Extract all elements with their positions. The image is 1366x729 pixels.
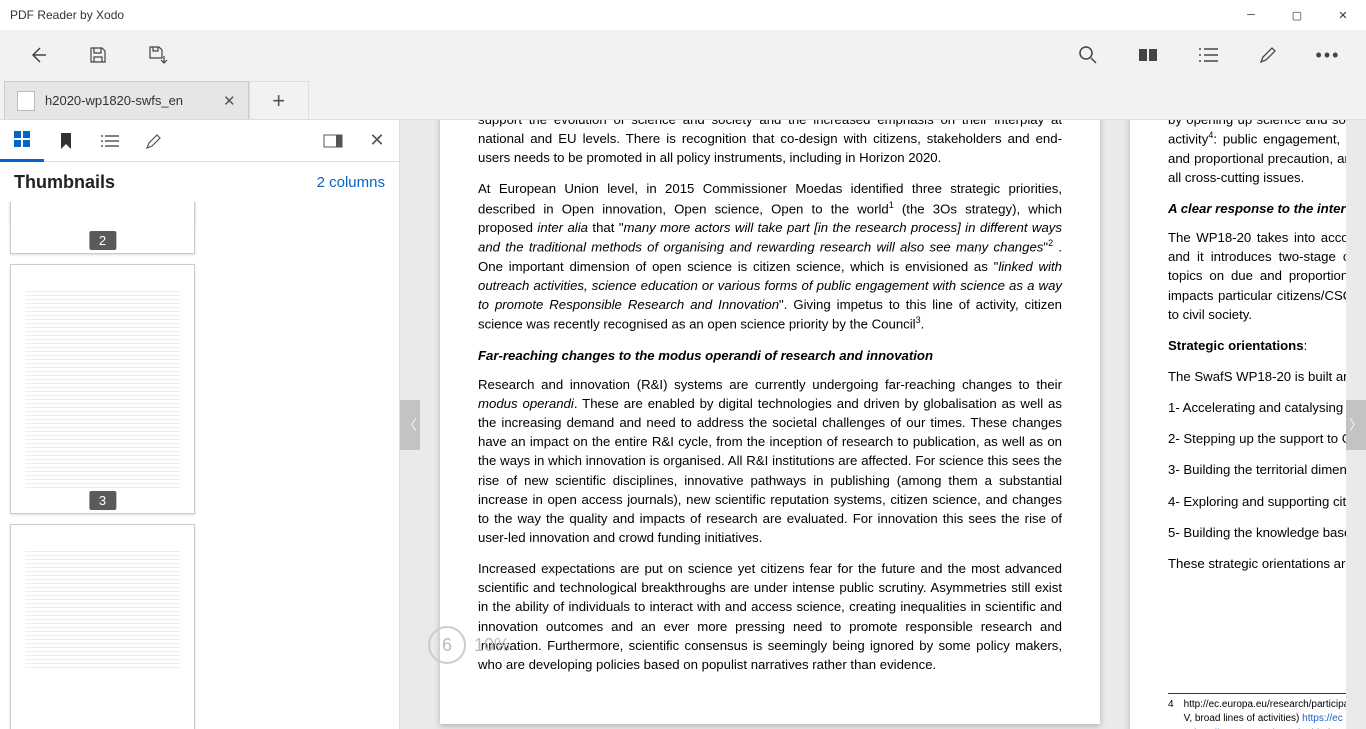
panel-icon [323,134,343,148]
save-as-button[interactable] [128,30,188,80]
footnote: 4 http://ec.europa.eu/research/participa… [1168,693,1346,729]
save-download-icon [148,45,168,65]
grid-icon [13,130,31,148]
tab-close-button[interactable]: ✕ [223,92,236,110]
page-subheading: Strategic orientations: [1168,336,1346,355]
save-icon [89,46,107,64]
panel-title: Thumbnails [14,172,317,193]
outline-icon [101,134,119,148]
tab-label: h2020-wp1820-swfs_en [45,93,183,108]
outline-panel-tab[interactable] [88,120,132,162]
window-minimize-button[interactable]: ─ [1228,0,1274,30]
main-toolbar: ••• [0,30,1366,80]
page-list-item: 1- Accelerating and catalysing processes [1168,398,1346,417]
columns-toggle[interactable]: 2 columns [317,174,385,191]
close-icon: ✕ [369,130,384,151]
search-icon [1078,45,1098,65]
page-list-item: 5- Building the knowledge base for SwafS [1168,523,1346,542]
panel-layout-button[interactable] [311,120,355,162]
page-list-item: 3- Building the territorial dimension of [1168,460,1346,479]
pdf-page-7: by opening up science and society and or… [1130,120,1346,729]
list-icon [1198,47,1218,63]
thumbnails-grid: 1 2 3 4 5 6 [0,202,399,729]
bookmark-icon [59,132,73,150]
app-title: PDF Reader by Xodo [10,8,124,22]
thumbnail-2[interactable]: 2 [10,202,195,254]
page-text: by opening up science and society and or… [1168,120,1346,187]
pencil-small-icon [145,132,163,150]
next-page-button[interactable]: 〉 [1346,400,1366,450]
dots-icon: ••• [1316,45,1341,66]
save-button[interactable] [68,30,128,80]
tab-strip: h2020-wp1820-swfs_en ✕ + [0,80,1366,120]
page-list-item: 4- Exploring and supporting citizen scie… [1168,492,1346,511]
bookmarks-tab[interactable] [44,120,88,162]
page-list-item: 2- Stepping up the support to Gender Equ… [1168,429,1346,448]
thumbnails-panel: ✕ Thumbnails 2 columns 1 2 3 4 5 6 [0,120,400,729]
file-icon [17,91,35,111]
view-mode-button[interactable] [1118,30,1178,80]
page-text: The WP18-20 takes into account the focus… [1168,228,1346,324]
annotate-button[interactable] [1238,30,1298,80]
pencil-icon [1258,45,1278,65]
more-button[interactable]: ••• [1298,30,1358,80]
side-panel-tabs: ✕ [0,120,399,162]
page-number-badge: 6 [428,626,466,664]
page-text: These strategic orientations are develop… [1168,554,1346,573]
page-text: support the evolution of science and soc… [478,120,1062,167]
annotations-tab[interactable] [132,120,176,162]
page-text: Research and innovation (R&I) systems ar… [478,375,1062,547]
page-text: Increased expectations are put on scienc… [478,559,1062,674]
page-subheading: Far-reaching changes to the modus operan… [478,346,1062,365]
window-titlebar: PDF Reader by Xodo ─ ▢ ✕ [0,0,1366,30]
document-viewport[interactable]: 〈 support the evolution of science and s… [400,120,1366,729]
document-tab[interactable]: h2020-wp1820-swfs_en ✕ [4,81,249,119]
thumbnail-3[interactable]: 3 [10,264,195,514]
page-text: At European Union level, in 2015 Commiss… [478,179,1062,333]
pdf-page-6: support the evolution of science and soc… [440,120,1100,724]
outline-button[interactable] [1178,30,1238,80]
new-tab-button[interactable]: + [249,81,309,119]
window-close-button[interactable]: ✕ [1320,0,1366,30]
search-button[interactable] [1058,30,1118,80]
previous-page-button[interactable]: 〈 [400,400,420,450]
page-text: The SwafS WP18-20 is built around the [1168,367,1346,386]
page-percent: 10% [474,632,510,658]
thumbnail-4[interactable]: 4 [10,524,195,729]
page-indicator: 6 10% [428,626,510,664]
close-panel-button[interactable]: ✕ [355,120,399,162]
arrow-left-icon [28,45,48,65]
page-subheading: A clear response to the interim evaluati… [1168,199,1346,218]
back-button[interactable] [8,30,68,80]
book-open-icon [1137,46,1159,64]
thumbnails-tab[interactable] [0,120,44,162]
window-maximize-button[interactable]: ▢ [1274,0,1320,30]
footnote-link[interactable]: https://ec [1302,713,1343,724]
